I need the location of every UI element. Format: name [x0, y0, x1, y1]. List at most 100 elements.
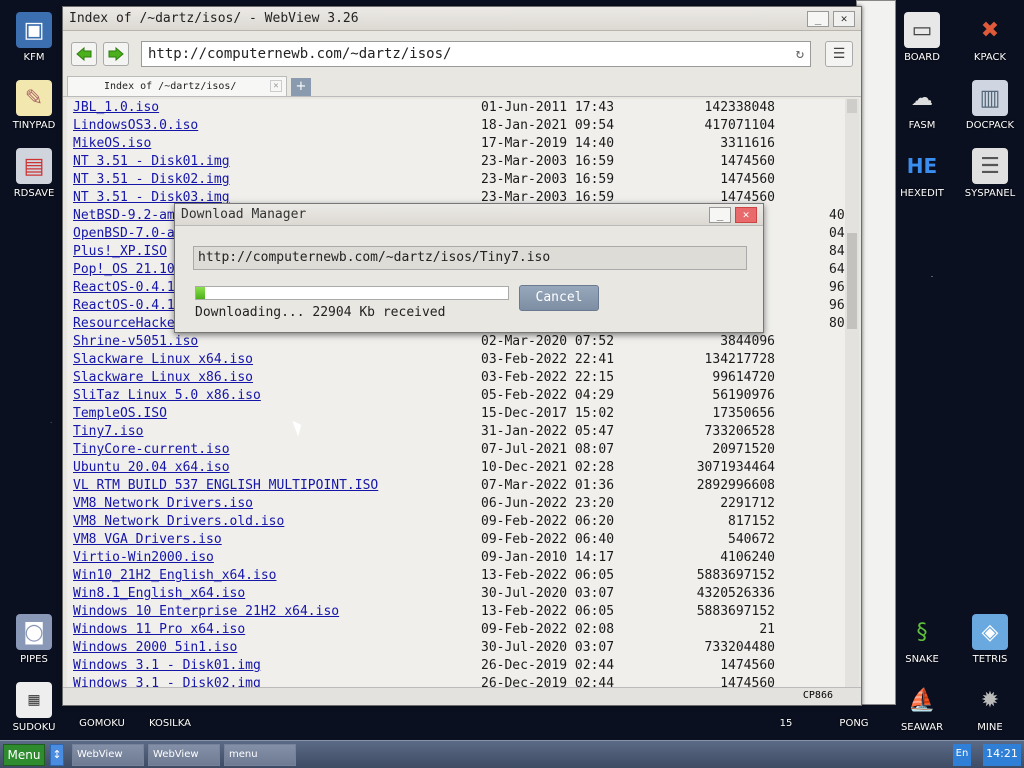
- mine-icon: ✹: [980, 687, 1000, 713]
- desktop-icon-pong[interactable]: PONG: [820, 706, 888, 729]
- vertical-scrollbar[interactable]: [845, 99, 859, 689]
- file-date: 02-Mar-2020 07:52: [481, 334, 615, 349]
- window-titlebar[interactable]: Index of /~dartz/isos/ - WebView 3.26 _ …: [63, 7, 861, 31]
- file-link[interactable]: Plus!_XP.ISO: [73, 243, 167, 261]
- desktop-icon-label: PONG: [839, 718, 869, 729]
- taskbar-item[interactable]: WebView: [72, 744, 144, 766]
- listing-row: SliTaz Linux 5.0 x86.iso 05-Feb-2022 04:2…: [67, 387, 847, 405]
- desktop-icon-fasm[interactable]: ☁ FASM: [888, 80, 956, 132]
- file-link[interactable]: VL RTM BUILD 537 ENGLISH MULTIPOINT.ISO: [73, 477, 378, 495]
- desktop-icon-label: MINE: [977, 722, 1003, 733]
- taskbar: Menu ↕ WebView WebView menu En 14:21: [0, 740, 1024, 768]
- desktop-icon-tetris[interactable]: ◈ TETRIS: [956, 614, 1024, 665]
- file-link[interactable]: Windows 2000 5in1.iso: [73, 639, 237, 657]
- desktop-icon-syspanel[interactable]: ☰ SYSPANEL: [956, 148, 1024, 199]
- desktop-icon-seawar[interactable]: ⛵ SEAWAR: [888, 682, 956, 734]
- file-link[interactable]: Windows 11 Pro x64.iso: [73, 621, 245, 639]
- file-link[interactable]: NetBSD-9.2-am: [73, 207, 175, 225]
- desktop-icon-rdsave[interactable]: ▤ RDSAVE: [0, 148, 68, 199]
- file-link[interactable]: ResourceHacke: [73, 315, 175, 333]
- dialog-close-button[interactable]: ✕: [735, 206, 757, 223]
- file-link[interactable]: LindowsOS3.0.iso: [73, 117, 198, 135]
- language-indicator[interactable]: En: [953, 744, 971, 766]
- desktop-icon-docpack[interactable]: ▥ DOCPACK: [956, 80, 1024, 131]
- file-link[interactable]: ReactOS-0.4.1: [73, 279, 175, 297]
- file-link[interactable]: Slackware Linux x64.iso: [73, 351, 253, 369]
- listing-row: Windows 10 Enterprise 21H2 x64.iso 13-Feb…: [67, 603, 847, 621]
- scroll-up-arrow[interactable]: [847, 99, 857, 113]
- file-link[interactable]: Virtio-Win2000.iso: [73, 549, 214, 567]
- listing-row: Slackware Linux x86.iso 03-Feb-2022 22:15…: [67, 369, 847, 387]
- snake-icon: §: [916, 619, 928, 645]
- window-title: Index of /~dartz/isos/ - WebView 3.26: [69, 11, 359, 26]
- desktop-icon-hexedit[interactable]: HE HEXEDIT: [888, 148, 956, 199]
- file-link[interactable]: Tiny7.iso: [73, 423, 143, 441]
- clock[interactable]: 14:21: [983, 744, 1021, 766]
- desktop-icon-snake[interactable]: § SNAKE: [888, 614, 956, 666]
- desktop-icon-tinypad[interactable]: ✎ TINYPAD: [0, 80, 68, 131]
- tab-close-icon[interactable]: ✕: [270, 80, 282, 92]
- file-link[interactable]: OpenBSD-7.0-a: [73, 225, 175, 243]
- taskbar-item[interactable]: menu: [224, 744, 296, 766]
- listing-row: Windows 3.1 - Disk01.img 26-Dec-2019 02:4…: [67, 657, 847, 675]
- background-window[interactable]: [856, 0, 896, 705]
- tab-index[interactable]: Index of /~dartz/isos/ ✕: [67, 76, 287, 96]
- close-button[interactable]: ✕: [833, 10, 855, 27]
- file-link[interactable]: MikeOS.iso: [73, 135, 151, 153]
- listing-row: TempleOS.ISO 15-Dec-2017 15:02 17350656: [67, 405, 847, 423]
- file-link[interactable]: Pop!_OS 21.10: [73, 261, 175, 279]
- file-link[interactable]: Ubuntu 20.04 x64.iso: [73, 459, 230, 477]
- file-size-fragment: 04: [829, 226, 845, 241]
- desktop-icon-board[interactable]: ▭ BOARD: [888, 12, 956, 63]
- file-link[interactable]: Windows 3.1 - Disk01.img: [73, 657, 261, 675]
- start-menu-button[interactable]: Menu: [3, 744, 45, 766]
- file-size: 99614720: [712, 370, 775, 385]
- file-size-fragment: 64: [829, 262, 845, 277]
- address-bar[interactable]: http://computernewb.com/~dartz/isos/ ↻: [141, 41, 811, 67]
- desktop-icon-kosilka[interactable]: KOSILKA: [136, 706, 204, 729]
- file-link[interactable]: SliTaz Linux 5.0 x86.iso: [73, 387, 261, 405]
- desktop-icon-sudoku[interactable]: ▦ SUDOKU: [0, 682, 68, 733]
- cancel-button[interactable]: Cancel: [519, 285, 599, 311]
- desktop-icon-mine[interactable]: ✹ MINE: [956, 682, 1024, 734]
- address-bar-value: http://computernewb.com/~dartz/isos/: [148, 46, 452, 62]
- file-link[interactable]: VM8 VGA Drivers.iso: [73, 531, 222, 549]
- file-link[interactable]: JBL_1.0.iso: [73, 99, 159, 117]
- file-date: 07-Jul-2021 08:07: [481, 442, 615, 457]
- switch-icon[interactable]: ↕: [50, 744, 64, 766]
- file-link[interactable]: Win8.1_English_x64.iso: [73, 585, 245, 603]
- file-link[interactable]: NT 3.51 - Disk02.img: [73, 171, 230, 189]
- file-link[interactable]: TempleOS.ISO: [73, 405, 167, 423]
- file-link[interactable]: Win10_21H2_English_x64.iso: [73, 567, 277, 585]
- back-button[interactable]: [71, 42, 97, 66]
- file-link[interactable]: VM8 Network Drivers.iso: [73, 495, 253, 513]
- minimize-button[interactable]: _: [807, 10, 829, 27]
- new-tab-button[interactable]: +: [291, 78, 311, 96]
- listing-row: MikeOS.iso 17-Mar-2019 14:40 3311616: [67, 135, 847, 153]
- file-link[interactable]: Shrine-v5051.iso: [73, 333, 198, 351]
- listing-row: NT 3.51 - Disk02.img 23-Mar-2003 16:59 147…: [67, 171, 847, 189]
- file-link[interactable]: NT 3.51 - Disk01.img: [73, 153, 230, 171]
- file-link[interactable]: Slackware Linux x86.iso: [73, 369, 253, 387]
- desktop-icon-15[interactable]: 15: [752, 706, 820, 729]
- file-link[interactable]: TinyCore-current.iso: [73, 441, 230, 459]
- file-size: 733204480: [704, 640, 775, 655]
- desktop-icon-gomoku[interactable]: GOMOKU: [68, 706, 136, 729]
- dialog-minimize-button[interactable]: _: [709, 206, 731, 223]
- dialog-titlebar[interactable]: Download Manager _ ✕: [175, 204, 763, 226]
- file-link[interactable]: ReactOS-0.4.1: [73, 297, 175, 315]
- encoding-indicator[interactable]: CP866: [803, 690, 833, 701]
- download-url-field[interactable]: http://computernewb.com/~dartz/isos/Tiny…: [193, 246, 747, 270]
- desktop-icon-kfm[interactable]: ▣ KFM: [0, 12, 68, 63]
- desktop-icon-pipes[interactable]: ◙ PIPES: [0, 614, 68, 665]
- desktop-icon-kpack[interactable]: ✖ KPACK: [956, 12, 1024, 64]
- scrollbar-thumb[interactable]: [847, 233, 857, 329]
- taskbar-item[interactable]: WebView: [148, 744, 220, 766]
- fasm-icon: ☁: [911, 85, 933, 111]
- browser-menu-button[interactable]: ☰: [825, 41, 853, 67]
- desktop-icon-label: SYSPANEL: [964, 188, 1016, 199]
- file-link[interactable]: Windows 10 Enterprise 21H2 x64.iso: [73, 603, 339, 621]
- file-link[interactable]: VM8 Network Drivers.old.iso: [73, 513, 284, 531]
- refresh-icon[interactable]: ↻: [796, 46, 804, 62]
- forward-button[interactable]: [103, 42, 129, 66]
